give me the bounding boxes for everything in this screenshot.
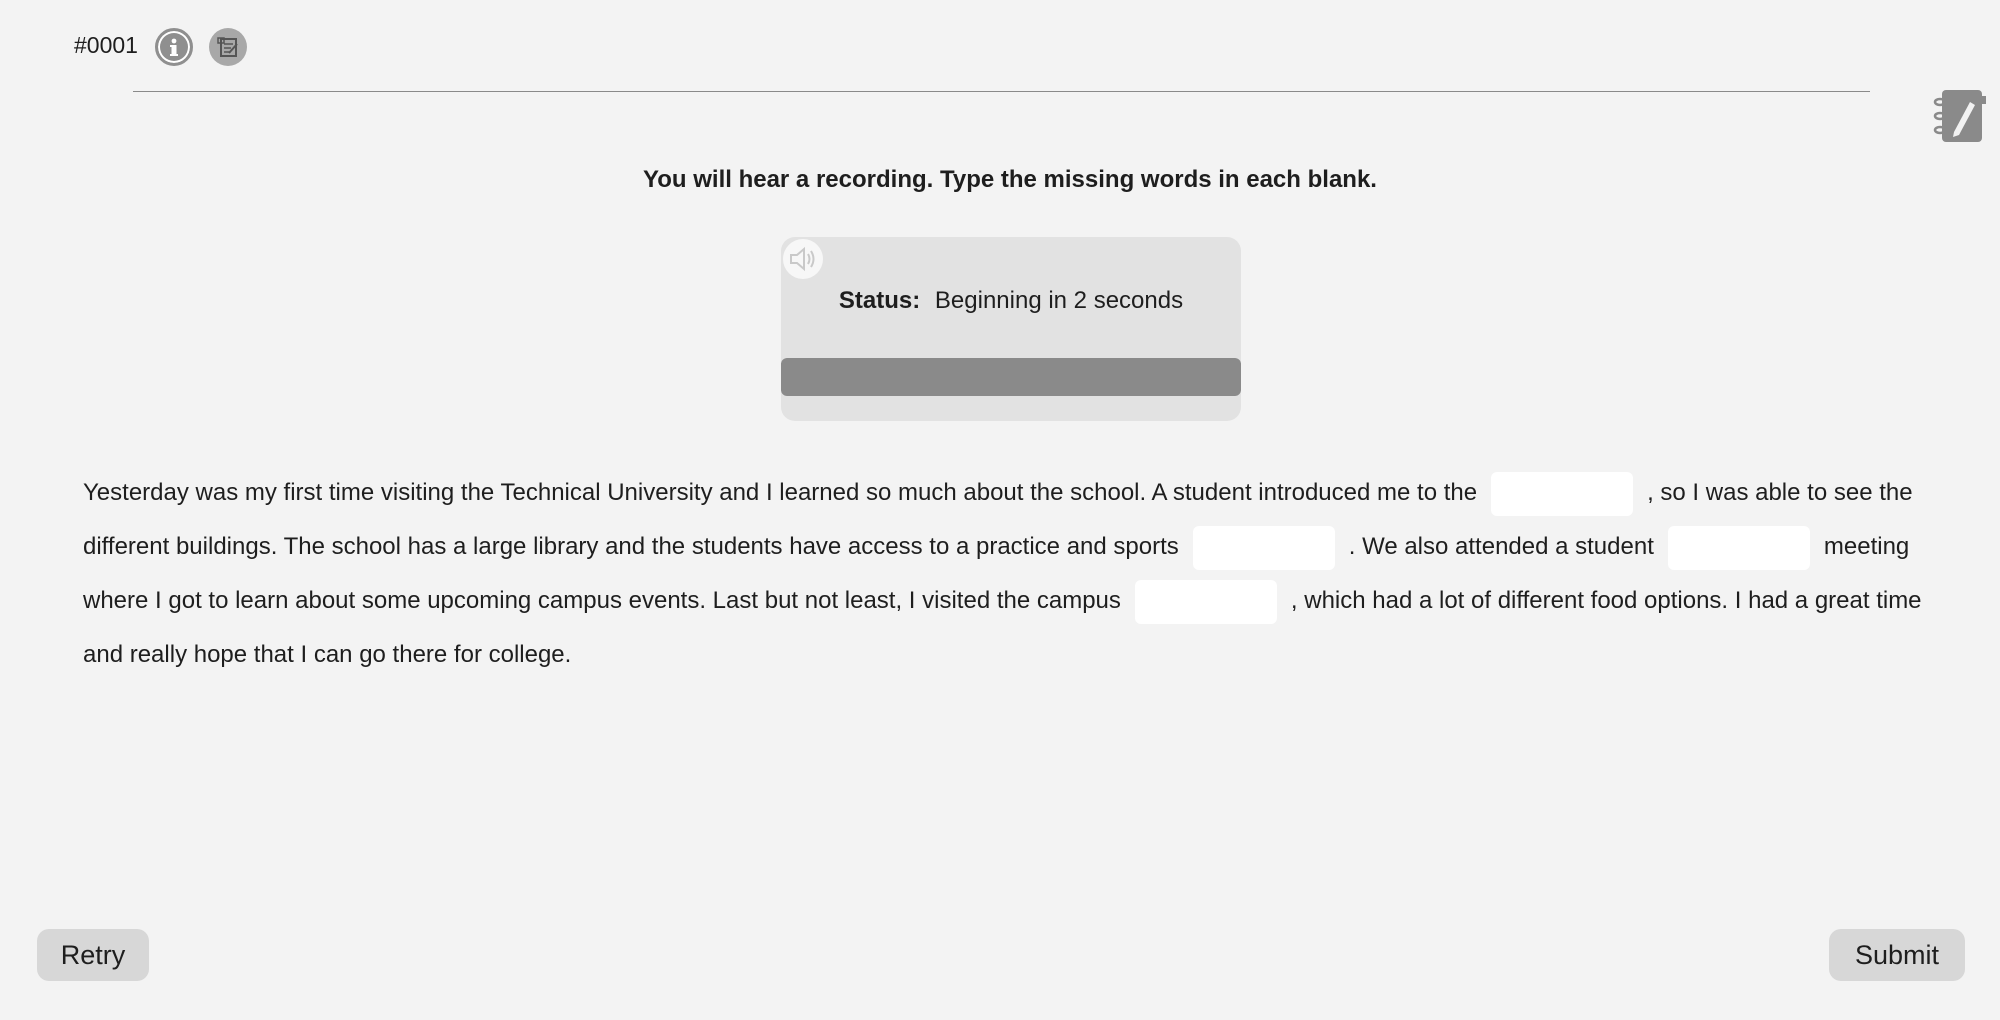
header: #0001 <box>0 0 2000 95</box>
notepad-icon[interactable] <box>1932 86 1988 146</box>
blank-input-4[interactable] <box>1134 579 1277 624</box>
status-label: Status: <box>838 287 921 314</box>
status-text: Beginning in 2 seconds <box>934 287 1184 314</box>
passage: Yesterday was my first time visiting the… <box>83 466 1963 682</box>
submit-button[interactable]: Submit <box>1829 929 1965 981</box>
audio-player: Status: Beginning in 2 seconds <box>781 237 1241 421</box>
blank-input-1[interactable] <box>1491 471 1634 516</box>
blank-input-2[interactable] <box>1192 525 1335 570</box>
retry-button[interactable]: Retry <box>37 929 149 981</box>
notes-icon[interactable] <box>209 28 247 66</box>
status-line: Status: Beginning in 2 seconds <box>781 287 1241 315</box>
header-divider <box>133 91 1870 92</box>
blank-input-3[interactable] <box>1667 525 1810 570</box>
progress-bar <box>781 358 1241 396</box>
instruction-text: You will hear a recording. Type the miss… <box>643 166 1377 193</box>
info-icon[interactable] <box>155 28 193 66</box>
progress-fill <box>781 358 1241 396</box>
speaker-icon[interactable] <box>783 239 823 279</box>
item-id: #0001 <box>74 32 138 58</box>
passage-segment: . We also attended a student <box>1348 533 1654 560</box>
passage-segment: Yesterday was my first time visiting the… <box>83 479 1478 506</box>
